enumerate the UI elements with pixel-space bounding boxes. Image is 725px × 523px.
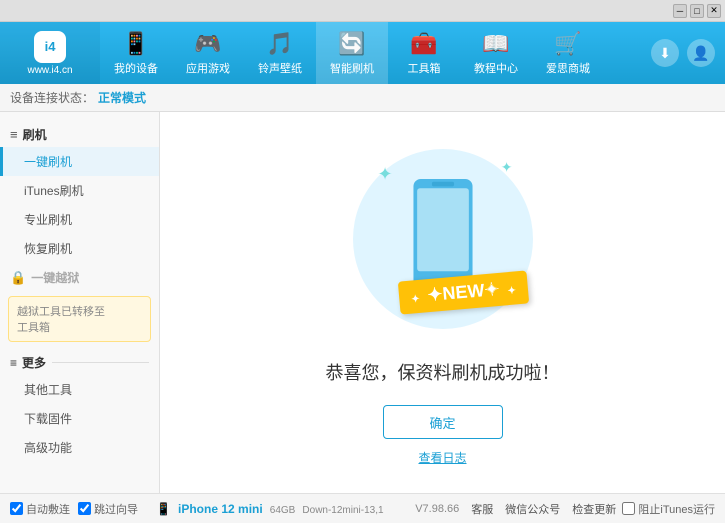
confirm-button[interactable]: 确定 (383, 405, 503, 439)
nav-right: ⬇ 👤 (651, 39, 725, 67)
logo-area: i4 www.i4.cn (0, 22, 100, 84)
nav-ringtone-label: 铃声壁纸 (258, 60, 302, 76)
phone-circle: ✦ ✦ ✦NEW✦ (353, 149, 533, 329)
nav-toolbox[interactable]: 🧰 工具箱 (388, 22, 460, 84)
download-btn[interactable]: ⬇ (651, 39, 679, 67)
nav-app-game-icon: 🎮 (194, 31, 221, 57)
nav-my-device[interactable]: 📱 我的设备 (100, 22, 172, 84)
sidebar-restore-flash[interactable]: 恢复刷机 (0, 234, 159, 263)
auto-connect-label: 自动敷连 (26, 501, 70, 517)
view-log-link[interactable]: 查看日志 (418, 449, 466, 466)
flash-section-icon: ≡ (10, 127, 18, 142)
phone-container: ✦ ✦ ✦NEW✦ (343, 139, 543, 339)
device-version: Down-12mini-13,1 (302, 505, 383, 516)
version-text: V7.98.66 (415, 503, 459, 515)
center-area: ✦ ✦ ✦NEW✦ 恭喜您，保资料刷机成功啦！ 确定 查看日志 (160, 112, 725, 493)
close-btn[interactable]: ✕ (707, 4, 721, 18)
nav-tutorial-icon: 📖 (482, 31, 509, 57)
sidebar-more-section: ≡ 更多 (0, 348, 159, 375)
auto-connect-input[interactable] (10, 502, 23, 515)
minimize-btn[interactable]: ─ (673, 4, 687, 18)
nav-my-device-label: 我的设备 (114, 60, 158, 76)
top-nav: i4 www.i4.cn 📱 我的设备 🎮 应用游戏 🎵 铃声壁纸 🔄 智能刷机… (0, 22, 725, 84)
bottom-left: 自动敷连 跳过向导 📱 iPhone 12 mini 64GB Down-12m… (10, 501, 415, 517)
logo-text: www.i4.cn (27, 65, 72, 76)
flash-section-title: 刷机 (23, 126, 47, 143)
bottom-right: V7.98.66 客服 微信公众号 检查更新 (415, 501, 616, 517)
sparkle-tr-icon: ✦ (501, 159, 513, 176)
nav-store-label: 爱思商城 (546, 60, 590, 76)
stop-itunes: 阻止iTunes运行 (622, 501, 715, 517)
device-info: 📱 iPhone 12 mini 64GB Down-12mini-13,1 (156, 502, 384, 516)
more-section-title: 更多 (22, 354, 46, 371)
nav-store-icon: 🛒 (554, 31, 581, 57)
skip-wizard-input[interactable] (78, 502, 91, 515)
nav-smart-flash[interactable]: 🔄 智能刷机 (316, 22, 388, 84)
device-storage: 64GB (270, 505, 296, 516)
nav-items: 📱 我的设备 🎮 应用游戏 🎵 铃声壁纸 🔄 智能刷机 🧰 工具箱 📖 教程中心… (100, 22, 651, 84)
auto-connect-checkbox[interactable]: 自动敷连 (10, 501, 70, 517)
sparkle-tl-icon: ✦ (378, 164, 393, 185)
jailbreak-label: 一键越狱 (31, 269, 79, 286)
maximize-btn[interactable]: □ (690, 4, 704, 18)
sidebar-pro-flash[interactable]: 专业刷机 (0, 205, 159, 234)
device-name: iPhone 12 mini (178, 502, 263, 516)
stop-itunes-label: 阻止iTunes运行 (638, 501, 715, 517)
nav-app-game-label: 应用游戏 (186, 60, 230, 76)
status-label: 设备连接状态： (10, 89, 94, 106)
sidebar-advanced[interactable]: 高级功能 (0, 433, 159, 462)
skip-wizard-label: 跳过向导 (94, 501, 138, 517)
nav-my-device-icon: 📱 (122, 31, 149, 57)
sidebar-other-tools[interactable]: 其他工具 (0, 375, 159, 404)
title-bar: ─ □ ✕ (0, 0, 725, 22)
nav-tutorial[interactable]: 📖 教程中心 (460, 22, 532, 84)
skip-wizard-checkbox[interactable]: 跳过向导 (78, 501, 138, 517)
bottom-bar: 自动敷连 跳过向导 📱 iPhone 12 mini 64GB Down-12m… (0, 493, 725, 523)
user-btn[interactable]: 👤 (687, 39, 715, 67)
sidebar-one-click-flash[interactable]: 一键刷机 (0, 147, 159, 176)
nav-ringtone-icon: 🎵 (266, 31, 293, 57)
check-update-link[interactable]: 检查更新 (572, 501, 616, 517)
nav-store[interactable]: 🛒 爱思商城 (532, 22, 604, 84)
logo-icon: i4 (34, 31, 66, 63)
nav-tutorial-label: 教程中心 (474, 60, 518, 76)
nav-ringtone[interactable]: 🎵 铃声壁纸 (244, 22, 316, 84)
nav-toolbox-label: 工具箱 (408, 60, 441, 76)
sidebar-download-firmware[interactable]: 下载固件 (0, 404, 159, 433)
nav-app-game[interactable]: 🎮 应用游戏 (172, 22, 244, 84)
nav-smart-flash-label: 智能刷机 (330, 60, 374, 76)
sidebar: ≡ 刷机 一键刷机 iTunes刷机 专业刷机 恢复刷机 🔒 一键越狱 越狱工具… (0, 112, 160, 493)
wechat-official-link[interactable]: 微信公众号 (505, 501, 560, 517)
status-bar: 设备连接状态： 正常模式 (0, 84, 725, 112)
sidebar-flash-section: ≡ 刷机 (0, 120, 159, 147)
nav-smart-flash-icon: 🔄 (338, 31, 365, 57)
nav-toolbox-icon: 🧰 (410, 31, 437, 57)
stop-itunes-input[interactable] (622, 502, 635, 515)
status-value: 正常模式 (98, 89, 146, 106)
main-content: ≡ 刷机 一键刷机 iTunes刷机 专业刷机 恢复刷机 🔒 一键越狱 越狱工具… (0, 112, 725, 493)
customer-service-link[interactable]: 客服 (471, 501, 493, 517)
sidebar-warning: 越狱工具已转移至 工具箱 (8, 296, 151, 342)
sidebar-jailbreak-section: 🔒 一键越狱 (0, 263, 159, 290)
sidebar-itunes-flash[interactable]: iTunes刷机 (0, 176, 159, 205)
success-text: 恭喜您，保资料刷机成功啦！ (326, 359, 560, 385)
